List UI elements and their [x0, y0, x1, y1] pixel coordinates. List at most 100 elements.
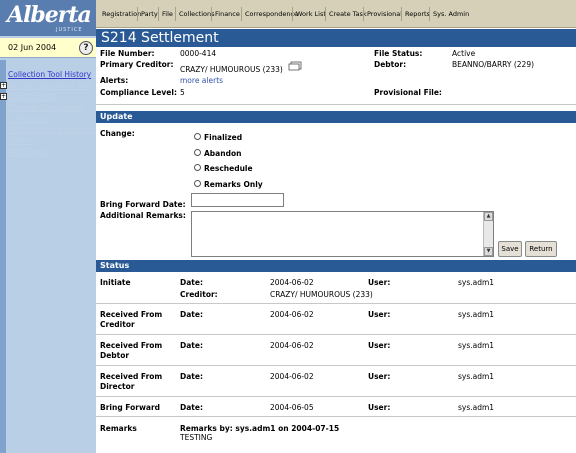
current-date: 02 Jun 2004: [8, 43, 57, 52]
menu-registration[interactable]: Registration: [102, 10, 141, 18]
status-user-label: User:: [368, 403, 391, 412]
menu-collections[interactable]: Collections: [179, 10, 215, 18]
option-remarks-only-label: Remarks Only: [204, 180, 263, 189]
status-user-value: sys.adm1: [458, 403, 495, 412]
divider: [96, 396, 576, 397]
nav-collection-tool-history[interactable]: Collection Tool History: [8, 70, 91, 79]
status-remarks-text: TESTING: [180, 433, 213, 442]
menu-party[interactable]: Party: [141, 10, 158, 18]
menu-separator: [401, 7, 402, 21]
nav-strip: [0, 60, 6, 453]
alerts-label: Alerts:: [100, 76, 129, 85]
menu-separator: [292, 7, 293, 21]
update-section-header: Update: [96, 111, 576, 123]
menu-separator: [241, 7, 242, 21]
status-date-label: Date:: [180, 403, 203, 412]
menu-create-task[interactable]: Create Task: [329, 10, 367, 18]
expand-icon[interactable]: +: [0, 82, 7, 89]
radio-remarks-only[interactable]: [194, 180, 201, 187]
menu-finance[interactable]: Finance: [215, 10, 240, 18]
compliance-level-value: 5: [180, 88, 185, 97]
more-alerts-link[interactable]: more alerts: [180, 76, 223, 85]
nav-continuing[interactable]: Continuing: [8, 114, 49, 123]
logo-subtitle: JUSTICE: [56, 27, 83, 33]
status-user-value: sys.adm1: [458, 278, 495, 287]
help-icon[interactable]: ?: [79, 41, 93, 55]
menu-separator: [211, 7, 212, 21]
file-number-value: 0000-414: [180, 49, 217, 58]
save-button[interactable]: Save: [498, 241, 522, 257]
bring-forward-date-input[interactable]: [191, 193, 284, 207]
radio-reschedule[interactable]: [194, 164, 201, 171]
update-section-title: Update: [100, 112, 133, 121]
scroll-down-icon[interactable]: ▼: [484, 247, 493, 256]
primary-creditor-label: Primary Creditor:: [100, 60, 174, 69]
nav-initiate-collection-tool[interactable]: Initiate Collection Tool: [8, 81, 91, 90]
menu-separator: [175, 7, 176, 21]
status-creditor-value: CRAZY/ HUMOUROUS (233): [270, 290, 373, 299]
nav-source[interactable]: Source: [8, 136, 34, 145]
debtor-value: BEANNO/BARRY (229): [452, 60, 535, 69]
nav-change-compliance[interactable]: Change Compliance: [8, 103, 83, 112]
bring-forward-date-label: Bring Forward Date:: [100, 200, 186, 209]
menu-work-list[interactable]: Work List: [296, 10, 326, 18]
scroll-up-icon[interactable]: ▲: [484, 212, 493, 221]
status-date-value: 2004-06-02: [270, 278, 314, 287]
status-date-value: 2004-06-02: [270, 310, 314, 319]
status-date-value: 2004-06-02: [270, 341, 314, 350]
primary-creditor-value: CRAZY/ HUMOUROUS (233): [180, 65, 283, 74]
status-event-received-debtor: Received From Debtor: [100, 341, 163, 360]
menu-reports[interactable]: Reports: [405, 10, 430, 18]
main-content: File Number: 0000-414 File Status: Activ…: [96, 47, 576, 453]
nav-court-events[interactable]: Court Events: [8, 92, 56, 101]
status-user-label: User:: [368, 372, 391, 381]
status-section-title: Status: [100, 261, 130, 270]
nav-auto-dialer[interactable]: Auto Dialer: [8, 147, 50, 156]
top-menu: Registration Party File Collections Fina…: [96, 0, 576, 28]
status-section-header: Status: [96, 260, 576, 272]
menu-separator: [158, 7, 159, 21]
remarks-scrollbar[interactable]: ▲ ▼: [483, 212, 493, 256]
compliance-level-label: Compliance Level:: [100, 88, 177, 97]
divider: [96, 334, 576, 335]
return-button[interactable]: Return: [525, 241, 557, 257]
status-date-label: Date:: [180, 341, 203, 350]
divider: [96, 104, 576, 105]
nav-attachments-by-income[interactable]: Attachments By Income: [8, 125, 98, 134]
divider: [96, 365, 576, 366]
status-event-bring-forward: Bring Forward: [100, 403, 161, 412]
menu-separator: [325, 7, 326, 21]
status-user-value: sys.adm1: [458, 310, 495, 319]
status-user-value: sys.adm1: [458, 341, 495, 350]
menu-correspondence[interactable]: Correspondence: [245, 10, 298, 18]
radio-finalized[interactable]: [194, 133, 201, 140]
status-remarks-label: Remarks: [100, 424, 137, 433]
menu-file[interactable]: File: [162, 10, 173, 18]
radio-abandon[interactable]: [194, 149, 201, 156]
file-status-value: Active: [452, 49, 476, 58]
logo-text: Alberta: [7, 2, 92, 28]
status-date-label: Date:: [180, 310, 203, 319]
menu-separator: [363, 7, 364, 21]
divider: [96, 303, 576, 304]
title-bar: S214 Settlement: [96, 29, 576, 47]
status-date-value: 2004-06-02: [270, 372, 314, 381]
option-reschedule-label: Reschedule: [204, 164, 253, 173]
status-user-label: User:: [368, 310, 391, 319]
status-user-value: sys.adm1: [458, 372, 495, 381]
additional-remarks-textarea[interactable]: [191, 211, 494, 257]
debtor-label: Debtor:: [374, 60, 407, 69]
alberta-logo: Alberta JUSTICE: [0, 0, 96, 36]
provisional-file-label: Provisional File:: [374, 88, 442, 97]
status-event-received-director: Received From Director: [100, 372, 163, 391]
expand-icon[interactable]: +: [0, 93, 7, 100]
menu-provisional[interactable]: Provisional: [367, 10, 402, 18]
status-date-value: 2004-06-05: [270, 403, 314, 412]
folder-icon[interactable]: [288, 61, 302, 71]
file-status-label: File Status:: [374, 49, 423, 58]
change-label: Change:: [100, 129, 135, 138]
menu-sys-admin[interactable]: Sys. Admin: [433, 10, 469, 18]
option-finalized-label: Finalized: [204, 133, 243, 142]
file-number-label: File Number:: [100, 49, 155, 58]
status-creditor-label: Creditor:: [180, 290, 218, 299]
